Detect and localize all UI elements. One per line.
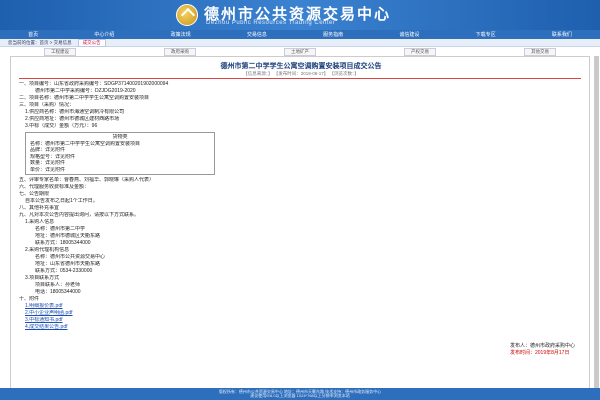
tab-procurement[interactable]: 政府采购 [164, 47, 196, 56]
nav-item-contact[interactable]: 联系我们 [552, 31, 572, 38]
body-line: 地址：山东省德州市天衢东路 [35, 261, 101, 267]
announcement-body: 一、项目编号：山东省政府采购编号：SDGP371400201902000094 … [19, 81, 583, 331]
body-line: 八、其他补充事宜 [19, 205, 60, 211]
body-line: 联系方式：0534-2330000 [35, 268, 93, 274]
tab-property[interactable]: 产权交易 [404, 47, 436, 56]
body-line: 一、项目编号：山东省政府采购编号：SDGP371400201902000094 [19, 81, 169, 87]
body-line: 名称：德州市第二中学 [35, 226, 86, 232]
body-line: 地址：德州市德城区天衢东路 [35, 233, 101, 239]
site-banner: 德州市公共资源交易中心 Dezhou Public Resources Trad… [0, 0, 600, 30]
footer-browser-note: 建议使用IE8.0以上浏览器 1024*768以上分辨率浏览本站 [250, 393, 350, 398]
nav-item-policy[interactable]: 政策法规 [171, 31, 191, 38]
site-footer: 版权所有：德州市公共资源交易中心 地址：德州市天衢东路 技术支持：德州市政务服务… [0, 388, 600, 400]
breadcrumb: 您当前的位置：首页 > 交易信息 成交公告 [0, 38, 600, 47]
nav-item-trading[interactable]: 交易信息 [247, 31, 267, 38]
body-line: 九、凡对本次公告内容提出询问，请按以下方式联系。 [19, 212, 140, 218]
body-line: 3.中标（成交）金额（万元）：96 [25, 123, 98, 129]
tab-other[interactable]: 其他交易 [524, 47, 556, 56]
attachment-link[interactable]: 3.中标通知书.pdf [19, 317, 583, 324]
page-scrollbar[interactable] [594, 56, 599, 388]
body-line: 三、项目（采购）情况： [19, 102, 75, 108]
breadcrumb-text: 您当前的位置：首页 > 交易信息 [8, 39, 72, 45]
body-line: 1.采购人信息 [25, 219, 55, 225]
body-line: 二、项目名称：德州市第二中学学生公寓空调购置安装项目 [19, 95, 150, 101]
category-tabs: 工程建设 政府采购 土地矿产 产权交易 其他交易 [0, 47, 600, 56]
attachment-link[interactable]: 4.成交结果公告.pdf [19, 324, 583, 331]
site-subtitle: Dezhou Public Resources Trading Center [206, 20, 336, 26]
body-line: 项目联系人：孙老师 [35, 282, 81, 288]
goods-table: 货物类 名称：德州市第二中学学生公寓空调购置安装项目 品牌：详见附件 规格型号：… [25, 132, 215, 175]
body-line: 六、代理服务收费标准及金额： [19, 184, 90, 190]
body-line: 2.供应商地址：德州市德城区建材西路市场 [25, 116, 120, 122]
tab-engineering[interactable]: 工程建设 [44, 47, 76, 56]
body-line: 名称：德州市公共资源交易中心 [35, 254, 106, 260]
body-line: 1.供应商名称：德州市海通空调制冷有限公司 [25, 109, 125, 115]
nav-item-about[interactable]: 中心介绍 [94, 31, 114, 38]
title-divider [19, 78, 581, 79]
body-line: 2.采购代理机构信息 [25, 247, 70, 253]
nav-item-home[interactable]: 首页 [28, 31, 38, 38]
body-line: 联系方式：18005344000 [35, 240, 91, 246]
signature-block: 发布人：德州市政府采购中心 发布时间：2019年8月17日 [510, 343, 575, 357]
site-logo-icon [176, 4, 198, 26]
signature-org: 发布人：德州市政府采购中心 [509, 343, 575, 349]
goods-table-row: 单价：详见附件 [30, 166, 66, 173]
body-line: 七、公告期限 [19, 191, 50, 197]
nav-item-credit[interactable]: 诚信建设 [399, 31, 419, 38]
body-line: 十、附件 [19, 296, 40, 302]
announcement-page: 德州市第二中学学生公寓空调购置安装项目成交公告 【信息来源：】 【发布时间：20… [10, 56, 590, 394]
body-line: 五、评审专家名单：曹春燕、刘福华、郭晓琳（采购人代表） [19, 177, 155, 183]
body-line: 3.项目联系方式 [25, 275, 60, 281]
nav-item-service[interactable]: 服务指南 [323, 31, 343, 38]
tab-announcement[interactable]: 成交公告 [77, 38, 106, 47]
attachment-link[interactable]: 2.中小企业声明函.pdf [19, 310, 583, 317]
page-title: 德州市第二中学学生公寓空调购置安装项目成交公告 [220, 63, 382, 70]
doc-meta: 【信息来源：】 【发布时间：2019-08-17】 【浏览次数：】 [243, 71, 359, 76]
signature-date: 发布时间：2019年8月17日 [509, 350, 570, 356]
scrollbar-thumb[interactable] [595, 56, 599, 388]
attachment-link[interactable]: 1.明细报价表.pdf [19, 303, 583, 310]
body-line: 自本公告发布之日起1个工作日。 [25, 198, 98, 204]
body-line: 德州市第二中学采购编号：DZJDG2019-2020 [35, 88, 136, 94]
tab-land[interactable]: 土地矿产 [284, 47, 316, 56]
nav-item-download[interactable]: 下载专区 [476, 31, 496, 38]
body-line: 电话：18005344000 [35, 289, 81, 295]
